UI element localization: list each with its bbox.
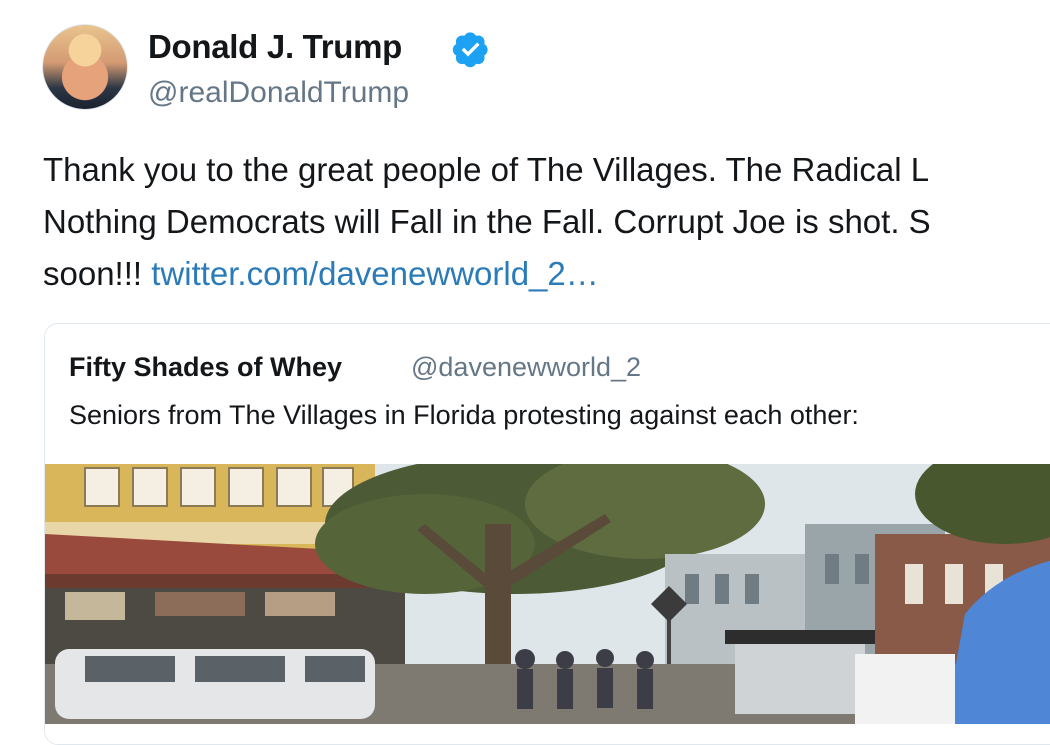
quoted-tweet-text: Seniors from The Villages in Florida pro… [69, 400, 859, 430]
video-scene-image [45, 464, 1050, 724]
video-thumbnail[interactable] [45, 464, 1050, 724]
tweet-link[interactable]: twitter.com/davenewworld_2… [151, 255, 599, 292]
quoted-tweet[interactable]: Fifty Shades of Whey @davenewworld_2 Sen… [44, 323, 1050, 745]
quoted-author-handle[interactable]: @davenewworld_2 [411, 352, 641, 383]
tweet-text-line: Thank you to the great people of The Vil… [43, 151, 930, 188]
author-handle[interactable]: @realDonaldTrump [148, 76, 409, 110]
verified-badge-icon [452, 32, 488, 68]
tweet-text-line: soon!!! twitter.com/davenewworld_2… [43, 248, 1050, 300]
tweet-text-fragment: soon!!! [43, 255, 152, 292]
avatar[interactable] [42, 24, 128, 110]
tweet-text-line: Nothing Democrats will Fall in the Fall.… [43, 203, 931, 240]
author-name[interactable]: Donald J. Trump [148, 28, 402, 66]
tweet-text: Thank you to the great people of The Vil… [43, 144, 1050, 300]
quoted-author-name[interactable]: Fifty Shades of Whey [69, 352, 342, 383]
